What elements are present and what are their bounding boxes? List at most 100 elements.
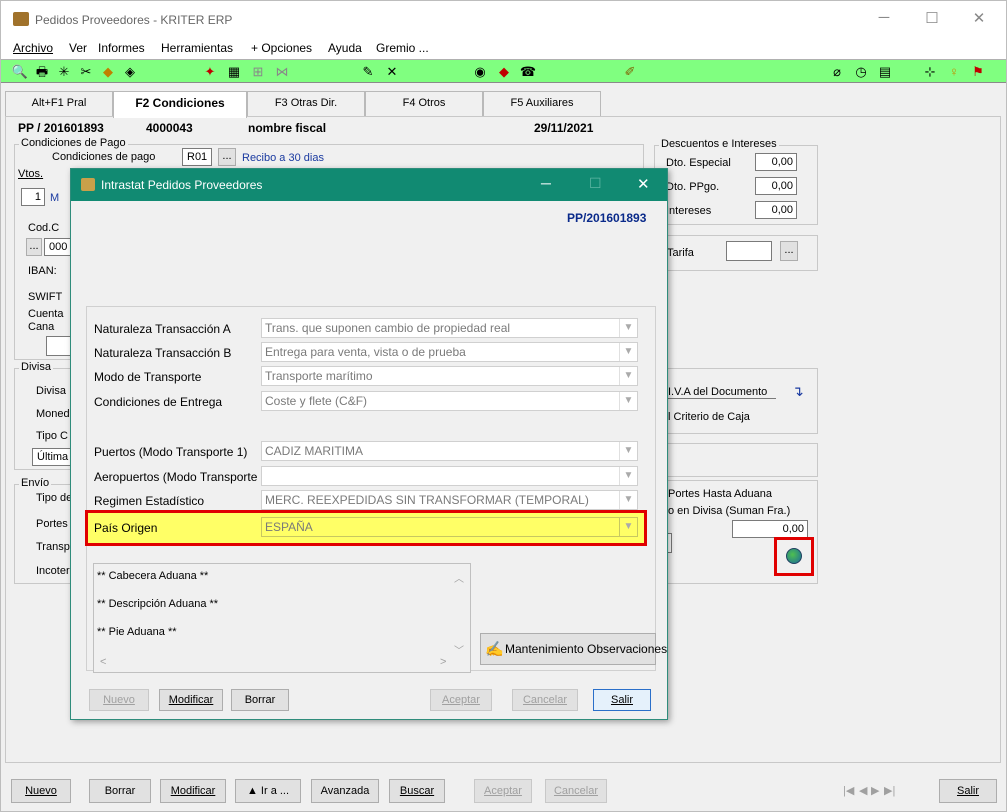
borrar-button[interactable]: Borrar xyxy=(89,779,151,803)
nav-prev-icon[interactable]: ◀ xyxy=(859,784,867,797)
menu-informes[interactable]: Informes xyxy=(98,41,145,55)
modificar-label: Modificar xyxy=(170,785,216,797)
cut-icon[interactable]: ✕ xyxy=(383,63,401,80)
chevron-down-icon[interactable]: ▼ xyxy=(619,442,637,460)
ultima-input[interactable]: Última xyxy=(32,448,72,466)
attach-icon[interactable]: ⌀ xyxy=(828,63,846,80)
chart-icon[interactable]: ✦ xyxy=(201,63,219,80)
exit-icon[interactable]: ⚑ xyxy=(969,63,987,80)
tools-icon[interactable]: ✂ xyxy=(77,63,95,80)
maximize-button[interactable]: ☐ xyxy=(917,9,947,29)
grid-icon[interactable]: ▦ xyxy=(225,63,243,80)
tab-principal[interactable]: Alt+F1 Pral xyxy=(5,91,113,117)
scroll-down-icon[interactable]: ﹀ xyxy=(454,642,464,657)
menu-ayuda[interactable]: Ayuda xyxy=(328,41,362,55)
salir-button[interactable]: Salir xyxy=(939,779,997,803)
preview-icon[interactable]: 🔍 xyxy=(11,63,29,80)
chevron-down-icon[interactable]: ▼ xyxy=(619,467,637,485)
payment-code-input[interactable]: R01 xyxy=(182,148,212,166)
tag-icon[interactable]: ◈ xyxy=(121,63,139,80)
chevron-down-icon[interactable]: ▼ xyxy=(619,518,637,536)
avanzada-button[interactable]: Avanzada xyxy=(311,779,379,803)
menu-archivo[interactable]: Archivo xyxy=(13,41,53,55)
payment-lookup-button[interactable]: ... xyxy=(218,148,236,166)
minimize-button[interactable]: ─ xyxy=(869,9,899,29)
chevron-down-icon[interactable]: ▼ xyxy=(619,392,637,410)
buscar-button[interactable]: Buscar xyxy=(389,779,445,803)
pencil-icon[interactable]: ✐ xyxy=(621,63,639,80)
dialog-title-bar: Intrastat Pedidos Proveedores ─ ☐ ✕ xyxy=(71,169,667,201)
idea-icon[interactable]: ♀ xyxy=(945,63,963,80)
dialog-salir-button[interactable]: Salir xyxy=(593,689,651,711)
condiciones-entrega-combo[interactable]: Coste y flete (C&F) ▼ xyxy=(261,391,638,411)
portes-amount-input[interactable]: 0,00 xyxy=(732,520,808,538)
star-icon[interactable]: ✳ xyxy=(55,63,73,80)
arrow-icon[interactable]: ◆ xyxy=(495,63,513,80)
scroll-right-icon[interactable]: > xyxy=(440,656,446,668)
dto-ppgo-input[interactable]: 0,00 xyxy=(755,177,797,195)
dialog-aceptar-button[interactable]: Aceptar xyxy=(430,689,492,711)
dialog-cancelar-button[interactable]: Cancelar xyxy=(512,689,578,711)
ir-a-button[interactable]: ▲ Ir a ... xyxy=(235,779,301,803)
tree-icon[interactable]: ⊞ xyxy=(249,63,267,80)
portes-aduana-label: Portes Hasta Aduana xyxy=(668,488,772,500)
nuevo-button[interactable]: Nuevo xyxy=(11,779,71,803)
puertos-combo[interactable]: CADIZ MARITIMA ▼ xyxy=(261,441,638,461)
naturaleza-a-combo[interactable]: Trans. que suponen cambio de propiedad r… xyxy=(261,318,638,338)
dialog-minimize-button[interactable]: ─ xyxy=(541,175,551,191)
modificar-button[interactable]: Modificar xyxy=(160,779,226,803)
scroll-left-icon[interactable]: < xyxy=(100,656,106,668)
tab-otras-dir[interactable]: F3 Otras Dir. xyxy=(247,91,365,117)
regimen-combo[interactable]: MERC. REEXPEDIDAS SIN TRANSFORMAR (TEMPO… xyxy=(261,490,638,510)
dialog-close-button[interactable]: ✕ xyxy=(637,175,650,193)
ir-a-label: ▲ Ir a ... xyxy=(246,785,290,797)
nav-first-icon[interactable]: |◀ xyxy=(843,784,854,797)
criterio-caja-label: l Criterio de Caja xyxy=(668,411,750,423)
clock-icon[interactable]: ◷ xyxy=(852,63,870,80)
cancelar-button[interactable]: Cancelar xyxy=(545,779,607,803)
nav-next-icon[interactable]: ▶ xyxy=(871,784,879,797)
nav-last-icon[interactable]: ▶| xyxy=(884,784,895,797)
menu-opciones[interactable]: + Opciones xyxy=(251,41,312,55)
bracket-icon[interactable]: ⋈ xyxy=(273,63,291,80)
dialog-maximize-button[interactable]: ☐ xyxy=(589,175,602,192)
tab-auxiliares[interactable]: F5 Auxiliares xyxy=(483,91,601,117)
tarifa-lookup-button[interactable]: ... xyxy=(780,241,798,261)
menu-herramientas[interactable]: Herramientas xyxy=(161,41,233,55)
chevron-down-icon[interactable]: ▼ xyxy=(619,343,637,361)
edit-note-icon: ✍ xyxy=(485,641,504,658)
menu-gremio[interactable]: Gremio ... xyxy=(376,41,429,55)
menu-ver[interactable]: Ver xyxy=(69,41,87,55)
iva-arrow-icon[interactable]: ↴ xyxy=(792,383,804,400)
pais-origen-combo[interactable]: ESPAÑA ▼ xyxy=(261,517,638,537)
naturaleza-b-combo[interactable]: Entrega para venta, vista o de prueba ▼ xyxy=(261,342,638,362)
intereses-input[interactable]: 0,00 xyxy=(755,201,797,219)
cod-lookup-button[interactable]: ... xyxy=(26,238,42,256)
chevron-down-icon[interactable]: ▼ xyxy=(619,367,637,385)
aceptar-button[interactable]: Aceptar xyxy=(474,779,532,803)
close-button[interactable]: ✕ xyxy=(964,9,994,29)
chevron-down-icon[interactable]: ▼ xyxy=(619,491,637,509)
tab-condiciones[interactable]: F2 Condiciones xyxy=(113,91,247,118)
tab-otros[interactable]: F4 Otros xyxy=(365,91,483,117)
dialog-borrar-button[interactable]: Borrar xyxy=(231,689,289,711)
dialog-modificar-button[interactable]: Modificar xyxy=(159,689,223,711)
bulb-icon[interactable]: ◉ xyxy=(471,63,489,80)
mantenimiento-observaciones-button[interactable]: ✍ Mantenimiento Observaciones xyxy=(480,633,667,665)
phone-icon[interactable]: ☎ xyxy=(519,63,537,80)
print-icon[interactable]: 🖶 xyxy=(33,63,51,80)
notes-list[interactable]: ** Cabecera Aduana ** ** Descripción Adu… xyxy=(93,563,471,673)
doc-icon[interactable]: ▤ xyxy=(876,63,894,80)
network-icon[interactable]: ⊹ xyxy=(921,63,939,80)
vtos-input[interactable]: 1 xyxy=(21,188,45,206)
chevron-down-icon[interactable]: ▼ xyxy=(619,319,637,337)
aeropuertos-combo[interactable]: ▼ xyxy=(261,466,638,486)
scroll-up-icon[interactable]: ︿ xyxy=(454,570,464,585)
globe-icon[interactable] xyxy=(786,548,802,564)
diamond-icon[interactable]: ◆ xyxy=(99,63,117,80)
dialog-nuevo-button[interactable]: Nuevo xyxy=(89,689,149,711)
dto-especial-input[interactable]: 0,00 xyxy=(755,153,797,171)
modo-transporte-combo[interactable]: Transporte marítimo ▼ xyxy=(261,366,638,386)
brush-icon[interactable]: ✎ xyxy=(359,63,377,80)
tarifa-input[interactable] xyxy=(726,241,772,261)
